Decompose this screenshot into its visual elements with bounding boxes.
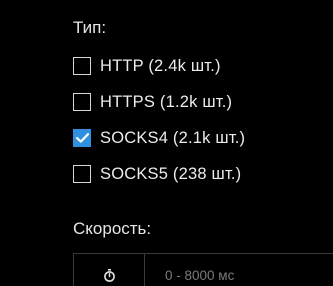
speed-icon-box: [74, 254, 145, 286]
type-option-socks5[interactable]: SOCKS5 (238 шт.): [73, 163, 241, 185]
type-option-label: SOCKS4 (2.1k шт.): [100, 128, 246, 147]
checkbox[interactable]: [73, 129, 91, 147]
checkbox[interactable]: [73, 93, 91, 111]
type-option-label: HTTPS (1.2k шт.): [100, 92, 233, 111]
checkbox[interactable]: [73, 57, 91, 75]
speed-input[interactable]: [145, 254, 333, 286]
type-section-title: Тип:: [73, 18, 107, 37]
filter-panel: Тип: HTTP (2.4k шт.) HTTPS (1.2k шт.) SO…: [0, 0, 333, 286]
speed-field: [73, 253, 333, 286]
checkbox[interactable]: [73, 165, 91, 183]
stopwatch-icon: [103, 268, 115, 282]
type-option-label: SOCKS5 (238 шт.): [100, 164, 242, 183]
type-option-socks4[interactable]: SOCKS4 (2.1k шт.): [73, 127, 245, 149]
type-option-label: HTTP (2.4k шт.): [100, 56, 221, 75]
type-option-https[interactable]: HTTPS (1.2k шт.): [73, 91, 232, 113]
type-option-http[interactable]: HTTP (2.4k шт.): [73, 55, 221, 77]
speed-section-title: Скорость:: [73, 219, 152, 238]
checkmark-icon: [75, 133, 89, 143]
